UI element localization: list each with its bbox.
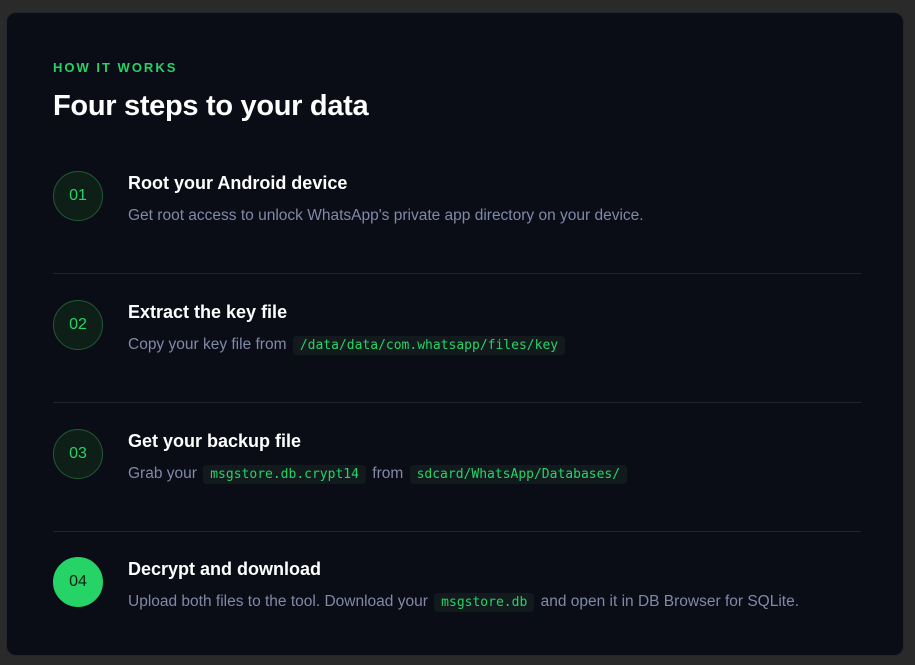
step-number-badge: 03	[53, 429, 103, 479]
step-description-text: from	[372, 465, 404, 482]
step-description-text: and open it in DB Browser for SQLite.	[540, 593, 800, 610]
step-title: Root your Android device	[128, 173, 348, 193]
step-title: Extract the key file	[128, 302, 288, 322]
step-description-text: Copy your key file from	[128, 336, 287, 353]
step-3: 03 Get your backup file Grab your msgsto…	[53, 403, 861, 532]
step-number-badge-active: 04	[53, 557, 103, 607]
backup-file-name-code: msgstore.db.crypt14	[203, 465, 366, 484]
step-description-text: Grab your	[128, 465, 197, 482]
step-description: Grab your msgstore.db.crypt14 from sdcar…	[128, 463, 629, 486]
step-2: 02 Extract the key file Copy your key fi…	[53, 274, 861, 403]
step-number-badge: 01	[53, 171, 103, 221]
step-1: 01 Root your Android device Get root acc…	[53, 145, 861, 274]
step-title: Decrypt and download	[128, 559, 322, 579]
step-description: Get root access to unlock WhatsApp's pri…	[128, 207, 644, 224]
step-description: Copy your key file from /data/data/com.w…	[128, 334, 567, 357]
step-description-text: Upload both files to the tool. Download …	[128, 593, 428, 610]
section-title: Four steps to your data	[53, 90, 369, 122]
step-title: Get your backup file	[128, 431, 302, 451]
step-4: 04 Decrypt and download Upload both file…	[53, 531, 861, 660]
key-file-path-code: /data/data/com.whatsapp/files/key	[292, 336, 566, 355]
how-it-works-card: HOW IT WORKS Four steps to your data 01 …	[6, 12, 904, 656]
output-db-name-code: msgstore.db	[434, 593, 535, 612]
step-description: Upload both files to the tool. Download …	[128, 591, 799, 614]
backup-folder-path-code: sdcard/WhatsApp/Databases/	[409, 465, 628, 484]
section-eyebrow: HOW IT WORKS	[53, 60, 178, 75]
step-number-badge: 02	[53, 300, 103, 350]
